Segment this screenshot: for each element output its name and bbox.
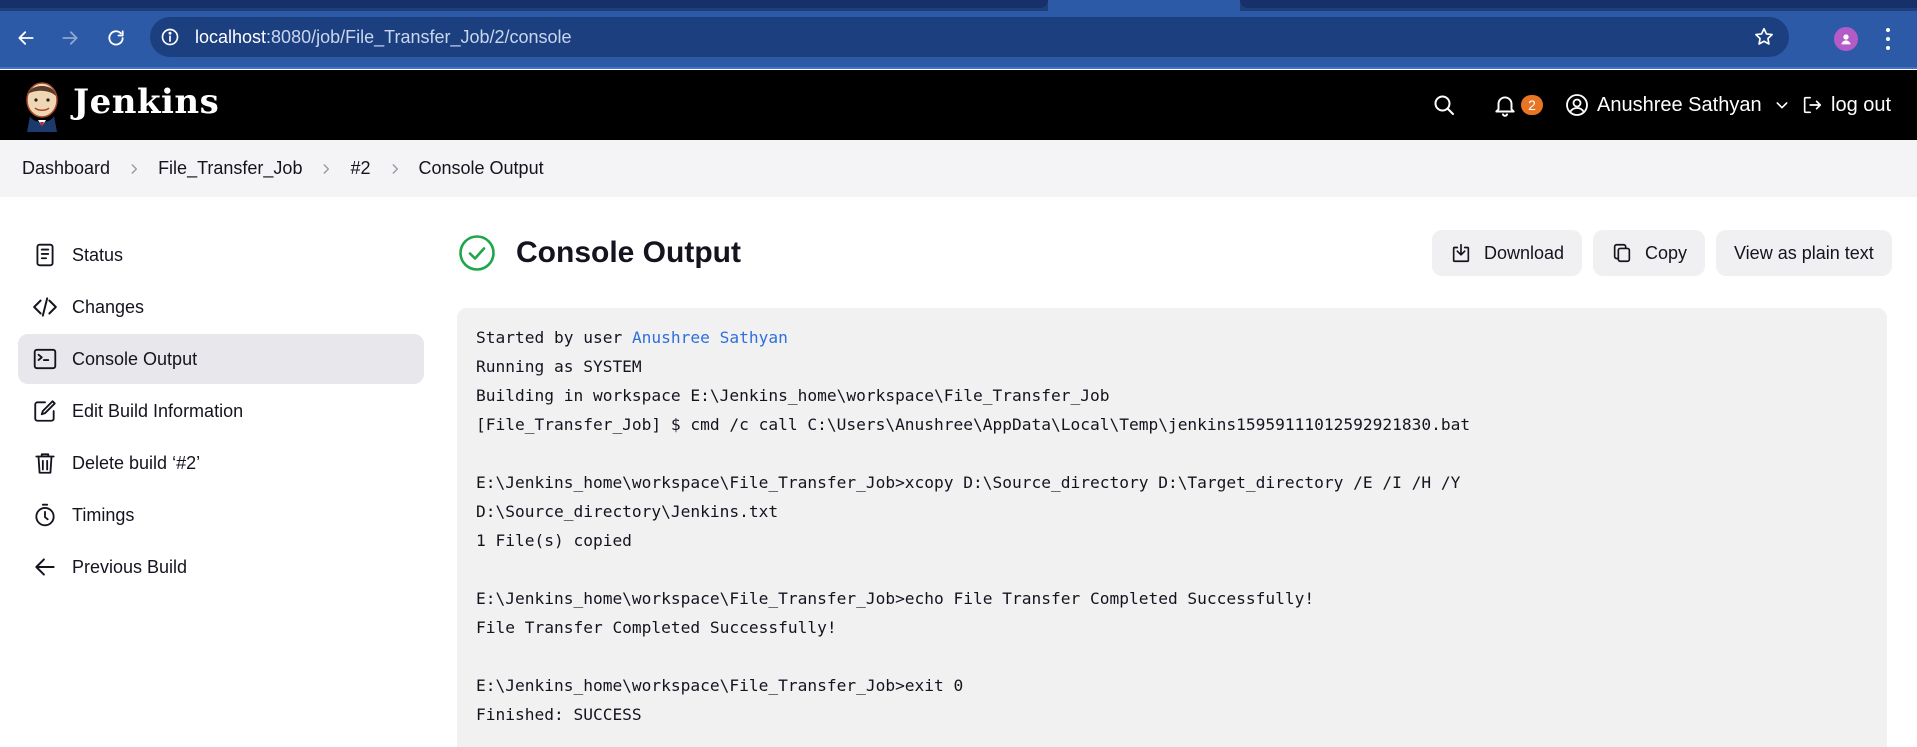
chevron-right-icon <box>131 163 138 174</box>
user-name: Anushree Sathyan <box>1597 93 1762 116</box>
console-line: File Transfer Completed Successfully! <box>476 618 837 637</box>
trash-icon <box>35 453 55 474</box>
page-title-row: Console Output <box>458 234 741 272</box>
jenkins-logo[interactable] <box>22 80 62 132</box>
bell-icon[interactable] <box>1492 92 1518 118</box>
edit-icon <box>34 400 56 422</box>
view-plain-text-button[interactable]: View as plain text <box>1716 230 1892 276</box>
search-icon[interactable] <box>1432 93 1456 117</box>
sidebar-item-label: Changes <box>72 296 145 317</box>
back-button[interactable] <box>12 24 40 52</box>
document-icon <box>36 243 54 267</box>
page-title: Console Output <box>516 236 741 269</box>
terminal-icon <box>33 348 57 370</box>
success-check-icon <box>459 235 495 271</box>
console-line: [File_Transfer_Job] $ cmd /c call C:\Use… <box>476 415 1471 434</box>
sidebar-item-timings[interactable]: Timings <box>18 490 424 540</box>
info-icon[interactable] <box>160 27 180 47</box>
sidebar-item-label: Edit Build Information <box>72 400 244 421</box>
sidebar-item-label: Timings <box>72 504 135 525</box>
forward-button[interactable] <box>56 24 84 52</box>
url-host: localhost <box>195 27 267 47</box>
sidebar-item-previous-build[interactable]: Previous Build <box>18 542 424 592</box>
sidebar-item-label: Delete build ‘#2’ <box>72 452 201 473</box>
copy-label: Copy <box>1645 242 1688 263</box>
sidebar-item-label: Previous Build <box>72 556 188 577</box>
url-path: :8080/job/File_Transfer_Job/2/console <box>266 27 572 47</box>
user-menu[interactable]: Anushree Sathyan <box>1565 92 1790 118</box>
console-line: E:\Jenkins_home\workspace\File_Transfer_… <box>476 473 1461 492</box>
console-started-prefix: Started by user <box>476 328 632 347</box>
address-url[interactable]: localhost:8080/job/File_Transfer_Job/2/c… <box>195 27 572 48</box>
console-user-link[interactable]: Anushree Sathyan <box>632 328 788 347</box>
download-icon <box>1452 243 1470 263</box>
arrow-right-icon <box>62 31 78 45</box>
browser-tab[interactable] <box>0 0 1048 8</box>
breadcrumb-job[interactable]: File_Transfer_Job <box>158 158 302 179</box>
breadcrumb-build[interactable]: #2 <box>350 158 370 179</box>
copy-button[interactable]: Copy <box>1593 230 1706 276</box>
browser-tab-strip <box>0 0 1917 11</box>
star-icon[interactable] <box>1753 26 1775 48</box>
download-label: Download <box>1484 242 1565 263</box>
breadcrumb-console-output[interactable]: Console Output <box>419 158 544 179</box>
browser-tab-active[interactable] <box>1048 0 1240 11</box>
sidebar-item-label: Status <box>72 244 124 265</box>
sidebar-item-delete-build[interactable]: Delete build ‘#2’ <box>18 438 424 488</box>
logout-label: log out <box>1831 93 1892 116</box>
jenkins-header: Jenkins 2 Anushree Sathyan log out <box>0 70 1917 140</box>
breadcrumb-dashboard[interactable]: Dashboard <box>22 158 110 179</box>
arrow-left-icon <box>35 558 55 576</box>
sidebar-item-changes[interactable]: Changes <box>18 282 424 332</box>
stopwatch-icon <box>35 503 55 527</box>
notification-badge[interactable]: 2 <box>1521 95 1543 115</box>
console-line: Building in workspace E:\Jenkins_home\wo… <box>476 386 1110 405</box>
arrow-left-icon <box>18 31 34 45</box>
chevron-down-icon[interactable] <box>1774 97 1790 113</box>
download-button[interactable]: Download <box>1432 230 1583 276</box>
chevron-right-icon <box>392 163 398 174</box>
console-line: Finished: SUCCESS <box>476 705 642 724</box>
sidebar-item-label: Console Output <box>72 348 198 369</box>
sidebar: Status Changes Console Output Edit Build… <box>18 230 424 594</box>
console-line: E:\Jenkins_home\workspace\File_Transfer_… <box>476 676 964 695</box>
browser-menu-button[interactable] <box>1880 26 1896 52</box>
user-icon <box>1566 94 1588 116</box>
sidebar-item-console-output[interactable]: Console Output <box>18 334 424 384</box>
jenkins-brand[interactable]: Jenkins <box>73 82 219 122</box>
console-line: Started by user Anushree Sathyan <box>476 323 1868 352</box>
profile-avatar[interactable] <box>1834 27 1858 51</box>
chevron-right-icon <box>324 163 330 174</box>
console-line: E:\Jenkins_home\workspace\File_Transfer_… <box>476 589 1315 608</box>
console-line: D:\Source_directory\Jenkins.txt <box>476 502 779 521</box>
incognito-icon <box>1841 34 1851 45</box>
sidebar-item-status[interactable]: Status <box>18 230 424 280</box>
code-icon <box>33 297 57 317</box>
browser-toolbar: localhost:8080/job/File_Transfer_Job/2/c… <box>0 11 1917 69</box>
view-plain-text-label: View as plain text <box>1734 242 1874 263</box>
logout-icon <box>1803 96 1822 114</box>
copy-icon <box>1613 243 1631 263</box>
address-bar[interactable]: localhost:8080/job/File_Transfer_Job/2/c… <box>150 17 1789 57</box>
browser-tab[interactable] <box>1240 0 1917 8</box>
reload-button[interactable] <box>102 24 130 52</box>
breadcrumb: Dashboard File_Transfer_Job #2 Console O… <box>0 140 1917 197</box>
console-line: 1 File(s) copied <box>476 531 632 550</box>
console-output: Started by user Anushree Sathyan Running… <box>457 308 1887 747</box>
logout-link[interactable]: log out <box>1801 92 1891 118</box>
sidebar-item-edit-build-information[interactable]: Edit Build Information <box>18 386 424 436</box>
reload-icon <box>108 30 124 46</box>
console-line: Running as SYSTEM <box>476 357 642 376</box>
